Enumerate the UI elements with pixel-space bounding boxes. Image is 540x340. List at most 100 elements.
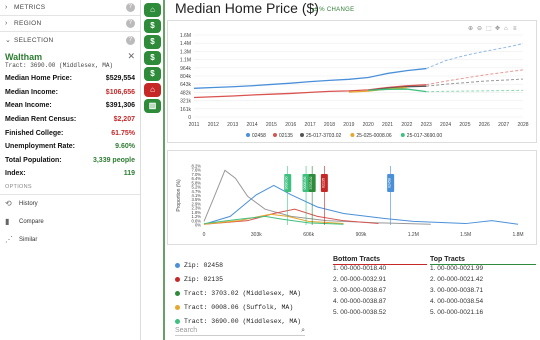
tract-row[interactable]: 1. 00-000-0021.99 [430, 265, 536, 276]
y-tick-label: 804k [180, 74, 191, 80]
x-tick-label: 2025 [459, 122, 470, 128]
accordion-selection[interactable]: ⌄ SELECTION ? [0, 32, 140, 48]
accordion-region[interactable]: › REGION ? [0, 16, 140, 32]
forecast-line [426, 43, 524, 70]
x-tick-label: 2019 [343, 122, 354, 128]
option-similar[interactable]: ⋰ Similar [0, 231, 140, 249]
help-icon[interactable]: ? [126, 19, 135, 28]
y-tick-label: 1.1M [180, 58, 191, 64]
stat-key: Median Rent Census: [5, 116, 77, 124]
zip-legend-item[interactable]: Zip: 02135 [175, 272, 301, 286]
main-area: Median Home Price ($) ⇄ % CHANGE 0 161k 32… [167, 0, 540, 340]
bottom-tracts-title: Bottom Tracts [333, 256, 427, 265]
legend-dot [175, 276, 180, 282]
tract-row[interactable]: 3. 00-000-0038.67 [333, 287, 427, 298]
chevron-right-icon: › [5, 4, 8, 11]
stat-value: $2,207 [113, 116, 135, 124]
zip-label: Tract: 3703.02 (Middlesex, MA) [184, 289, 302, 297]
x-tick-label: 0 [203, 232, 206, 238]
chart-toolbar-icon[interactable]: ⬚ [486, 26, 492, 32]
legend-dot [175, 262, 180, 268]
legend-label[interactable]: 25-017-3690.00 [407, 133, 443, 139]
series-line[interactable] [193, 67, 427, 89]
tract-row[interactable]: 3. 00-000-0038.71 [430, 287, 536, 298]
marker-label: 3703.02 [309, 177, 313, 190]
tract-row[interactable]: 2. 00-000-0032.91 [333, 276, 427, 287]
tract-row[interactable]: 5. 00-000-0038.52 [333, 309, 427, 320]
stat-row: Median Income: $106,656 [0, 86, 140, 100]
series-line[interactable] [368, 88, 427, 93]
dollar-icon[interactable]: $ [144, 35, 161, 49]
y-tick-label: 1.6M [180, 33, 191, 39]
y-tick-label: 482k [180, 90, 191, 96]
home-icon[interactable]: ⌂ [144, 3, 161, 17]
x-tick-label: 2024 [440, 122, 451, 128]
dollar-icon[interactable]: $ [144, 19, 161, 33]
legend-label[interactable]: 25-025-0008.06 [356, 133, 392, 139]
y-tick-label: 964k [180, 66, 191, 72]
option-history[interactable]: ⟲ History [0, 195, 140, 213]
stat-key: Index: [5, 170, 26, 178]
tract-row[interactable]: 2. 00-000-0021.42 [430, 276, 536, 287]
legend-label[interactable]: 02458 [252, 133, 266, 139]
legend-dot [175, 318, 180, 324]
zip-label: Tract: 0008.06 (Suffolk, MA) [184, 303, 294, 311]
dollar-icon[interactable]: $ [144, 51, 161, 65]
zip-label: Zip: 02135 [184, 275, 224, 283]
tract-row[interactable]: 5. 00-000-0021.16 [430, 309, 536, 320]
help-icon[interactable]: ? [126, 3, 135, 12]
line-chart-panel: 0 161k 321k 482k 643k 804k 964k 1.1M 1.3M 1.4M 1.6… [167, 20, 537, 143]
forecast-line [426, 89, 524, 93]
x-tick-label: 1.5M [460, 232, 471, 238]
chevron-down-icon: ⌄ [5, 37, 12, 44]
chart-toolbar-icon[interactable]: ✥ [495, 25, 500, 32]
accordion-metrics[interactable]: › METRICS ? [0, 0, 140, 16]
bottom-tracts: Bottom Tracts 1. 00-000-0018.40 2. 00-000… [333, 256, 427, 320]
dist-chart-panel: 0% 0.6% 1.2% 1.8% 2.3% 2.9% 3.5% 4.1% 4.7% 5.2% 5.… [167, 150, 537, 245]
region-label: REGION [14, 20, 42, 27]
chart-toolbar-icon[interactable]: ⊕ [468, 26, 473, 32]
stat-key: Median Income: [5, 88, 58, 96]
legend-dot [246, 133, 250, 137]
legend-dot [175, 304, 180, 310]
bank-icon[interactable]: ⌂ [144, 83, 161, 97]
option-label: History [19, 200, 38, 207]
zip-legend-item[interactable]: Zip: 02458 [175, 258, 301, 272]
icon-rail: ⌂ $ $ $ $ ⌂ ▥ [141, 0, 165, 340]
x-tick-label: 2016 [285, 122, 296, 128]
line-chart[interactable]: 0 161k 321k 482k 643k 804k 964k 1.1M 1.3M 1.4M 1.6… [168, 21, 538, 144]
tract-row[interactable]: 1. 00-000-0018.40 [333, 265, 427, 276]
x-tick-label: 2021 [382, 122, 393, 128]
x-tick-label: 2015 [266, 122, 277, 128]
stat-value: 119 [123, 170, 135, 178]
chart-toolbar-icon[interactable]: ⌂ [504, 26, 508, 32]
x-tick-label: 2023 [421, 122, 432, 128]
tract-row[interactable]: 4. 00-000-0038.87 [333, 298, 427, 309]
x-tick-label: 909k [356, 232, 367, 238]
top-tracts-title: Top Tracts [430, 256, 536, 265]
close-icon[interactable]: ✕ [127, 51, 135, 62]
chevron-right-icon: › [5, 20, 8, 27]
legend-label[interactable]: 25-017-3703.02 [306, 133, 342, 139]
option-label: Similar [19, 236, 38, 243]
building-icon[interactable]: ▥ [144, 99, 161, 113]
search-input[interactable]: Search ⌕ [175, 327, 305, 336]
dollar-icon[interactable]: $ [144, 67, 161, 81]
tract-row[interactable]: 4. 00-000-0038.54 [430, 298, 536, 309]
chart-toolbar-icon[interactable]: ≡ [513, 26, 517, 32]
help-icon[interactable]: ? [126, 35, 135, 45]
distribution-chart[interactable]: 0%0.6%1.2%1.8%2.3%2.9%3.5%4.1%4.7%5.2%5.… [168, 151, 538, 246]
zip-legend-item[interactable]: Tract: 0008.06 (Suffolk, MA) [175, 300, 301, 314]
option-compare[interactable]: ▮ Compare [0, 213, 140, 231]
marker-label: 02135 [321, 178, 325, 188]
zip-legend-item[interactable]: Tract: 3703.02 (Middlesex, MA) [175, 286, 301, 300]
zip-legend-item[interactable]: Tract: 3690.00 (Middlesex, MA) [175, 314, 301, 328]
selection-header: Waltham ✕ [0, 48, 140, 62]
stat-key: Total Population: [5, 156, 62, 164]
stat-row: Finished College: 61.75% [0, 126, 140, 140]
pct-change-toggle[interactable]: ⇄ % CHANGE [312, 6, 354, 13]
legend-label[interactable]: 02135 [279, 133, 293, 139]
chart-toolbar-icon[interactable]: ⊖ [477, 26, 482, 32]
y-tick-label: 161k [180, 107, 191, 113]
stat-row: Unemployment Rate: 9.60% [0, 140, 140, 154]
